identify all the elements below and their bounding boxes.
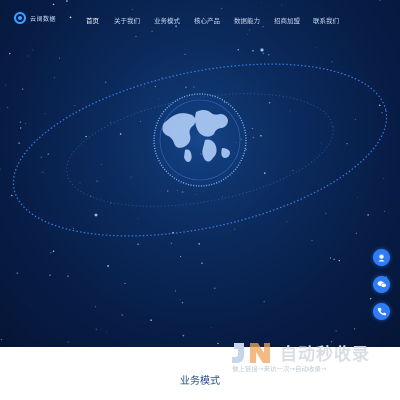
floating-toolbar [373,249,390,320]
hero-banner: 云阔数据 首页 关于我们 业务模式 核心产品 数据能力 招商加盟 联系我们 [0,0,400,347]
customer-service-icon [378,254,385,262]
phone-icon [377,307,386,316]
globe-orbit-graphic [12,48,388,237]
nav-item-franchise[interactable]: 招商加盟 [274,15,300,25]
section-title: 业务模式 [180,376,220,387]
nav-item-about[interactable]: 关于我们 [114,15,140,25]
top-navigation: 云阔数据 首页 关于我们 业务模式 核心产品 数据能力 招商加盟 联系我们 [0,0,400,40]
nav-item-products[interactable]: 核心产品 [194,15,220,25]
nav-menu: 首页 关于我们 业务模式 核心产品 数据能力 招商加盟 联系我们 [0,15,400,25]
nav-item-contact[interactable]: 联系我们 [313,15,339,25]
customer-service-button[interactable] [373,249,390,266]
nav-item-home[interactable]: 首页 [86,15,99,25]
phone-button[interactable] [373,303,390,320]
watermark-title: 自动秒收录 [280,345,370,365]
wechat-icon [377,281,387,288]
nav-item-data-capability[interactable]: 数据能力 [234,15,260,25]
wechat-button[interactable] [373,276,390,293]
nav-item-business-model[interactable]: 业务模式 [154,15,180,25]
